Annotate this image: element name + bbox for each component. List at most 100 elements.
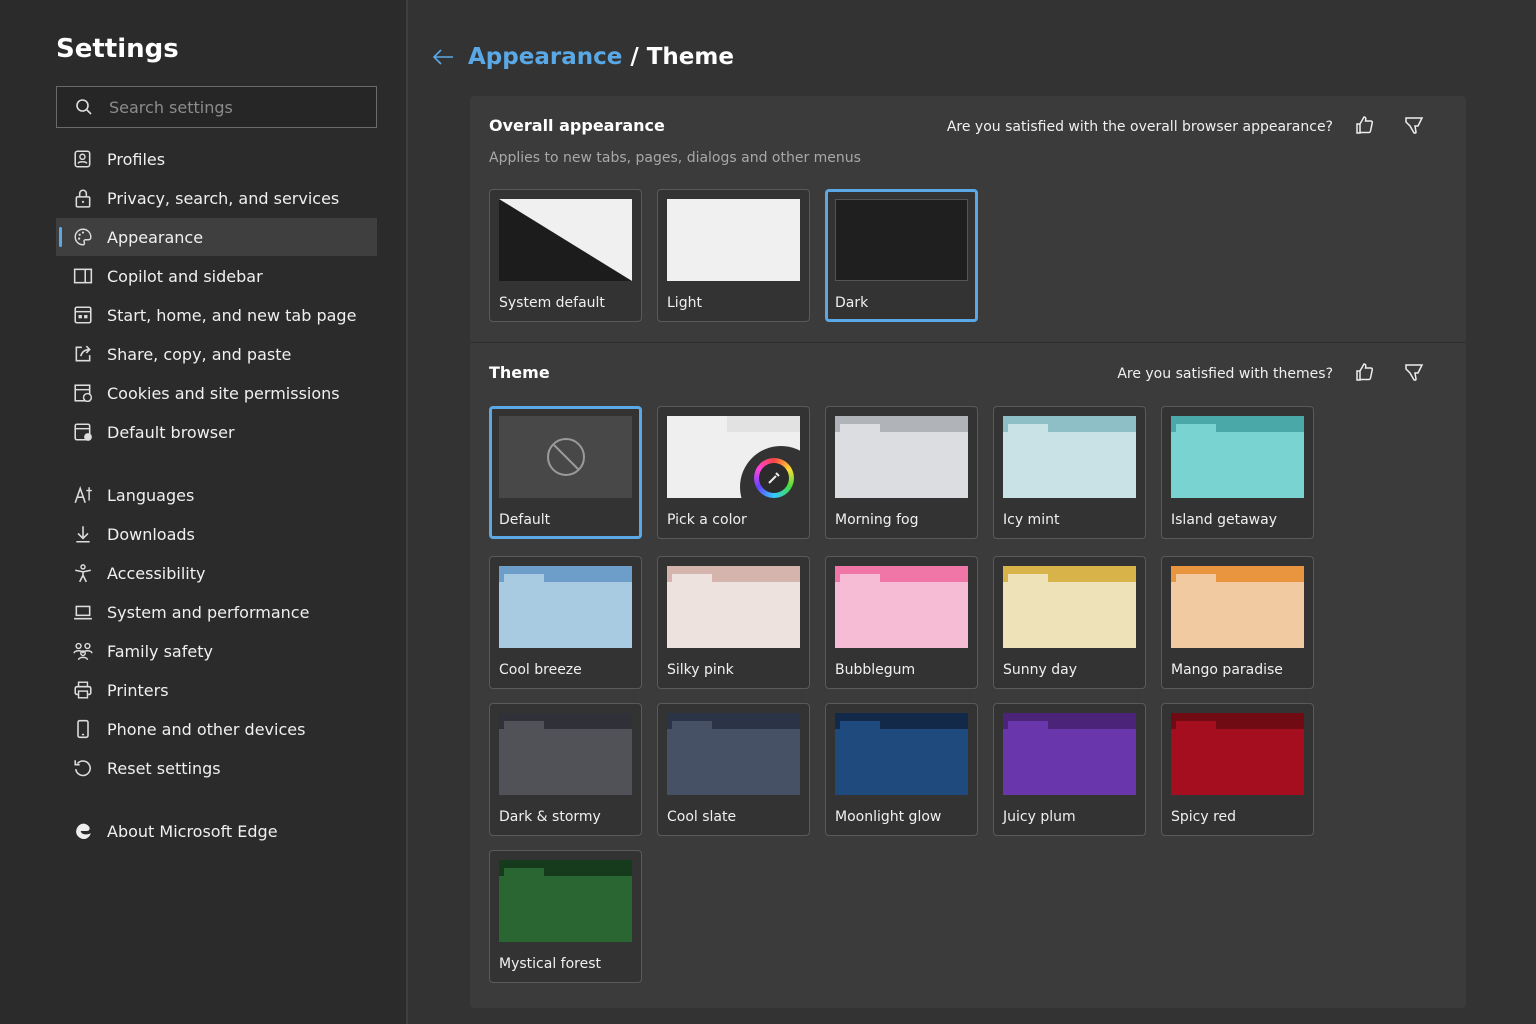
breadcrumb-appearance-link[interactable]: Appearance [468, 44, 622, 70]
sidebar-item-phone-and-other-devices[interactable]: Phone and other devices [56, 710, 377, 748]
sidebar-item-copilot-and-sidebar[interactable]: Copilot and sidebar [56, 257, 377, 295]
theme-option-icy-mint[interactable]: Icy mint [993, 406, 1146, 539]
theme-option-mystical-forest[interactable]: Mystical forest [489, 850, 642, 983]
sidebar-item-start-home-and-new-tab-page[interactable]: Start, home, and new tab page [56, 296, 377, 334]
profile-icon [74, 150, 91, 168]
theme-preview [835, 416, 968, 498]
card-label: Bubblegum [835, 662, 916, 678]
sidebar-item-cookies-and-site-permissions[interactable]: Cookies and site permissions [56, 374, 377, 412]
theme-option-silky-pink[interactable]: Silky pink [657, 556, 810, 689]
palette-icon [74, 228, 92, 246]
thumbs-up-icon[interactable] [1353, 361, 1375, 383]
search-input[interactable] [109, 97, 349, 117]
sidebar-item-label: System and performance [107, 602, 310, 622]
browser-icon [74, 423, 92, 441]
lock-icon [75, 189, 91, 208]
card-label: Light [667, 295, 702, 311]
sidebar-item-label: Family safety [107, 641, 213, 661]
sidebar-item-label: Cookies and site permissions [107, 383, 340, 403]
back-arrow-icon[interactable] [432, 48, 454, 66]
theme-panel: Overall appearance Applies to new tabs, … [470, 96, 1466, 1008]
languages-icon [74, 485, 92, 504]
thumbs-down-icon[interactable] [1403, 361, 1425, 383]
search-icon [76, 99, 92, 115]
theme-option-cool-slate[interactable]: Cool slate [657, 703, 810, 836]
theme-feedback-question: Are you satisfied with themes? [1117, 366, 1333, 382]
sidebar-item-share-copy-and-paste[interactable]: Share, copy, and paste [56, 335, 377, 373]
sidebar-item-profiles[interactable]: Profiles [56, 140, 377, 178]
sidebar-item-printers[interactable]: Printers [56, 671, 377, 709]
appearance-option-dark[interactable]: Dark [825, 189, 978, 322]
edge-icon [76, 823, 91, 840]
theme-option-moonlight-glow[interactable]: Moonlight glow [825, 703, 978, 836]
theme-option-mango-paradise[interactable]: Mango paradise [1161, 556, 1314, 689]
sidebar-icon [73, 268, 93, 284]
phone-icon [77, 719, 89, 739]
sidebar-item-label: Accessibility [107, 563, 206, 583]
card-label: Dark [835, 295, 869, 311]
theme-preview [835, 199, 968, 281]
theme-preview [667, 416, 800, 498]
sidebar-item-label: Phone and other devices [107, 719, 306, 739]
sidebar-item-default-browser[interactable]: Default browser [56, 413, 377, 451]
sidebar-item-languages[interactable]: Languages [56, 476, 377, 514]
card-label: Juicy plum [1003, 809, 1076, 825]
theme-preview [835, 713, 968, 795]
no-theme-icon [546, 438, 585, 476]
theme-preview [1171, 416, 1304, 498]
sidebar-item-label: Share, copy, and paste [107, 344, 292, 364]
thumbs-down-icon[interactable] [1403, 114, 1425, 136]
sidebar-item-about-microsoft-edge[interactable]: About Microsoft Edge [56, 812, 377, 850]
theme-option-default[interactable]: Default [489, 406, 642, 539]
card-label: Mango paradise [1171, 662, 1283, 678]
card-label: Cool breeze [499, 662, 582, 678]
card-label: Pick a color [667, 512, 747, 528]
sidebar: Settings Profiles Privacy, search, and se… [0, 0, 408, 1024]
sidebar-item-label: Appearance [107, 227, 204, 247]
sidebar-item-reset-settings[interactable]: Reset settings [56, 749, 377, 787]
cookies-icon [74, 384, 93, 403]
theme-preview [1003, 566, 1136, 648]
theme-preview [499, 713, 632, 795]
search-box[interactable] [56, 86, 377, 128]
main-content: Appearance / Theme Overall appearance Ap… [410, 0, 1536, 1024]
page-title: Theme [646, 44, 734, 70]
sidebar-item-label: Default browser [107, 422, 235, 442]
appearance-option-system-default[interactable]: System default [489, 189, 642, 322]
thumbs-up-icon[interactable] [1353, 114, 1375, 136]
family-icon [73, 642, 93, 661]
sidebar-item-label: Reset settings [107, 758, 221, 778]
sidebar-item-appearance[interactable]: Appearance [56, 218, 377, 256]
overall-feedback-question: Are you satisfied with the overall brows… [946, 119, 1333, 135]
theme-heading: Theme [489, 363, 550, 382]
sidebar-item-accessibility[interactable]: Accessibility [56, 554, 377, 592]
theme-option-bubblegum[interactable]: Bubblegum [825, 556, 978, 689]
theme-option-morning-fog[interactable]: Morning fog [825, 406, 978, 539]
sidebar-item-label: Profiles [107, 149, 166, 169]
theme-option-sunny-day[interactable]: Sunny day [993, 556, 1146, 689]
sidebar-item-family-safety[interactable]: Family safety [56, 632, 377, 670]
card-label: Mystical forest [499, 956, 601, 972]
printer-icon [74, 681, 92, 699]
card-label: Sunny day [1003, 662, 1077, 678]
theme-preview [667, 566, 800, 648]
sidebar-item-system-and-performance[interactable]: System and performance [56, 593, 377, 631]
theme-option-juicy-plum[interactable]: Juicy plum [993, 703, 1146, 836]
theme-option-pick-a-color[interactable]: Pick a color [657, 406, 810, 539]
theme-option-island-getaway[interactable]: Island getaway [1161, 406, 1314, 539]
sidebar-item-label: Languages [107, 485, 195, 505]
theme-preview [1003, 416, 1136, 498]
theme-option-spicy-red[interactable]: Spicy red [1161, 703, 1314, 836]
sidebar-item-privacy-search-and-services[interactable]: Privacy, search, and services [56, 179, 377, 217]
reset-icon [74, 760, 91, 777]
card-label: Spicy red [1171, 809, 1237, 825]
theme-preview [667, 199, 800, 281]
theme-option-dark-stormy[interactable]: Dark & stormy [489, 703, 642, 836]
sidebar-item-downloads[interactable]: Downloads [56, 515, 377, 553]
share-icon [75, 345, 91, 362]
theme-preview [499, 566, 632, 648]
card-label: Moonlight glow [835, 809, 942, 825]
theme-option-cool-breeze[interactable]: Cool breeze [489, 556, 642, 689]
appearance-option-light[interactable]: Light [657, 189, 810, 322]
card-label: Dark & stormy [499, 809, 601, 825]
